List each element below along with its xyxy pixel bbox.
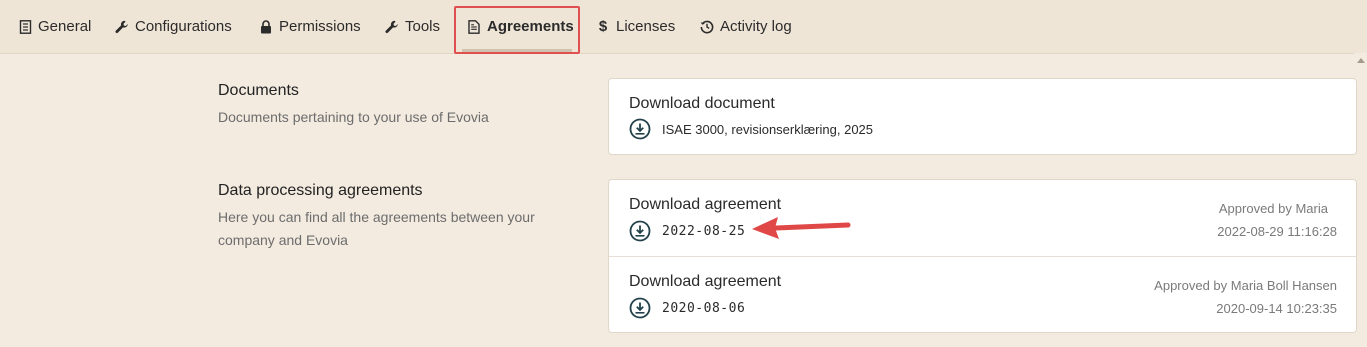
agreement-date: 2020-08-06 <box>662 300 746 316</box>
tab-tools[interactable]: Tools <box>385 0 440 53</box>
tab-licenses[interactable]: $ Licenses <box>596 0 675 53</box>
download-icon[interactable] <box>629 297 651 319</box>
tab-configurations[interactable]: Configurations <box>115 0 232 53</box>
document-filename: ISAE 3000, revisionserklæring, 2025 <box>662 121 874 137</box>
wrench-icon <box>115 20 129 34</box>
document-row: Download document ISAE 3000, revisionser… <box>609 79 1356 155</box>
tab-licenses-label: Licenses <box>616 18 676 35</box>
tab-general[interactable]: General <box>18 0 91 53</box>
agreement-row: Download agreement 2020-08-06 Approved b… <box>609 256 1356 333</box>
approved-by-text: Approved by Maria <box>1218 201 1328 216</box>
agreement-file-link[interactable]: 2022-08-25 <box>629 220 745 242</box>
annotation-highlight-box <box>454 6 580 54</box>
agreement-date: 2022-08-25 <box>662 223 746 239</box>
approval-timestamp: 2022-08-29 11:16:28 <box>1217 224 1337 239</box>
dpa-title: Data processing agreements <box>218 182 423 199</box>
download-icon[interactable] <box>629 118 651 140</box>
download-document-title[interactable]: Download document <box>629 95 775 113</box>
tab-configurations-label: Configurations <box>135 18 232 35</box>
agreements-card: Download agreement 2022-08-25 Approved b… <box>608 179 1357 333</box>
tab-activity-log-label: Activity log <box>720 18 792 35</box>
dpa-description: Here you can find all the agreements bet… <box>218 209 535 248</box>
tab-permissions-label: Permissions <box>279 18 361 35</box>
tab-tools-label: Tools <box>405 18 441 35</box>
tab-bar: General Configurations Permissions Tools… <box>0 0 1367 54</box>
wrench-icon <box>385 20 399 34</box>
documents-card: Download document ISAE 3000, revisionser… <box>608 78 1357 155</box>
download-icon[interactable] <box>629 220 651 242</box>
lock-icon <box>259 19 273 34</box>
agreement-row: Download agreement 2022-08-25 Approved b… <box>609 180 1356 256</box>
dollar-icon: $ <box>598 18 608 35</box>
agreement-file-link[interactable]: 2020-08-06 <box>629 297 745 319</box>
tab-permissions[interactable]: Permissions <box>259 0 361 53</box>
document-file-link[interactable]: ISAE 3000, revisionserklæring, 2025 <box>629 118 873 140</box>
download-agreement-title[interactable]: Download agreement <box>629 273 781 291</box>
scroll-up-arrow-icon[interactable] <box>1357 58 1365 63</box>
history-icon <box>700 20 714 34</box>
documents-description: Documents pertaining to your use of Evov… <box>218 109 489 125</box>
approval-timestamp: 2020-09-14 10:23:35 <box>1216 301 1337 316</box>
tab-activity-log[interactable]: Activity log <box>700 0 792 53</box>
tab-general-label: General <box>38 18 92 35</box>
annotation-arrow-icon <box>752 217 851 239</box>
documents-title: Documents <box>218 82 299 99</box>
approved-by-text: Approved by Maria Boll Hansen <box>1154 278 1337 293</box>
ledger-icon <box>18 19 32 34</box>
